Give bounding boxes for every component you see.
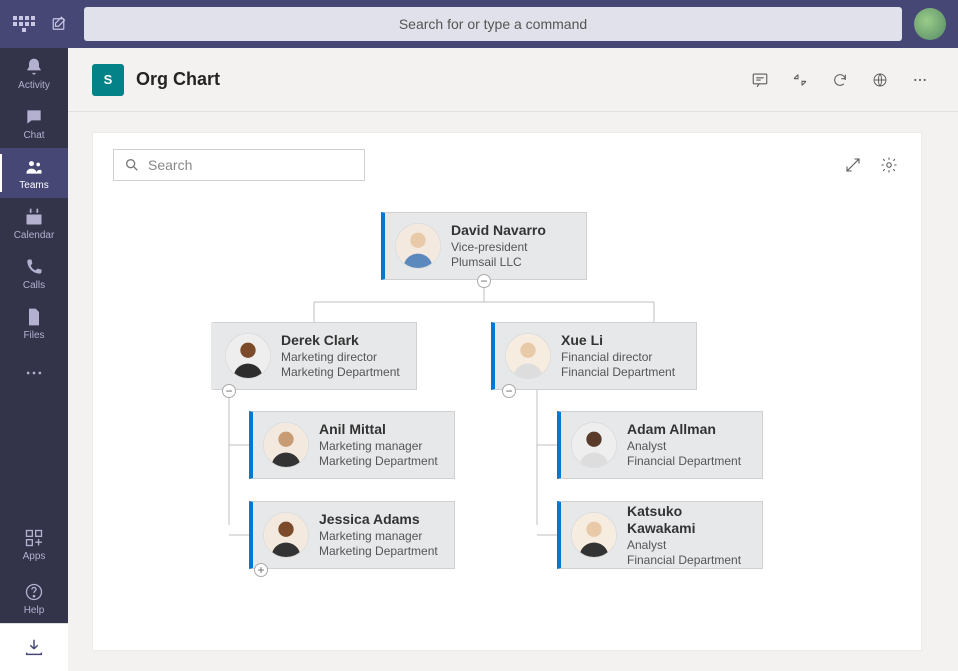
avatar-icon (263, 512, 309, 558)
apps-icon (23, 527, 45, 549)
org-card-root[interactable]: David Navarro Vice-president Plumsail LL… (381, 212, 587, 280)
tab-collapse-button[interactable] (786, 66, 814, 94)
tab-conversation-button[interactable] (746, 66, 774, 94)
tab-logo-letter: S (104, 72, 113, 87)
teams-icon (23, 156, 45, 178)
card-name: Xue Li (561, 332, 675, 350)
card-name: David Navarro (451, 222, 546, 240)
org-card-left-head[interactable]: Derek Clark Marketing director Marketing… (211, 322, 417, 390)
card-role: Financial director (561, 350, 675, 365)
tab-title: Org Chart (136, 69, 220, 90)
chart-area: David Navarro Vice-president Plumsail LL… (113, 197, 901, 634)
card-role: Marketing director (281, 350, 400, 365)
card-dept: Marketing Department (281, 365, 400, 380)
rail-apps[interactable]: Apps (0, 519, 68, 569)
rail-activity[interactable]: Activity (0, 48, 68, 98)
calendar-icon (23, 206, 45, 228)
rail-label: Calendar (14, 230, 55, 241)
tab-logo: S (92, 64, 124, 96)
tab-reload-button[interactable] (826, 66, 854, 94)
card-dept: Financial Department (627, 454, 741, 469)
command-search-input[interactable] (84, 7, 902, 41)
expand-toggle[interactable]: + (254, 563, 268, 577)
rail-files[interactable]: Files (0, 298, 68, 348)
settings-button[interactable] (877, 153, 901, 177)
content-area: David Navarro Vice-president Plumsail LL… (68, 112, 958, 671)
panel-search-input[interactable] (148, 157, 354, 173)
org-card-right-c2[interactable]: Katsuko Kawakami Analyst Financial Depar… (557, 501, 763, 569)
fullscreen-button[interactable] (841, 153, 865, 177)
rail-teams[interactable]: Teams (0, 148, 68, 198)
bell-icon (23, 56, 45, 78)
card-dept: Financial Department (627, 553, 752, 568)
card-name: Adam Allman (627, 421, 741, 439)
rail-chat[interactable]: Chat (0, 98, 68, 148)
rail-label: Calls (23, 280, 45, 291)
file-icon (23, 306, 45, 328)
card-name: Katsuko Kawakami (627, 503, 752, 538)
card-dept: Marketing Department (319, 454, 438, 469)
compose-icon[interactable] (48, 12, 72, 36)
tab-more-button[interactable] (906, 66, 934, 94)
collapse-toggle[interactable]: − (477, 274, 491, 288)
tab-header: S Org Chart (68, 48, 958, 112)
card-dept: Financial Department (561, 365, 675, 380)
tab-website-button[interactable] (866, 66, 894, 94)
card-role: Analyst (627, 439, 741, 454)
search-icon (124, 157, 140, 173)
card-dept: Marketing Department (319, 544, 438, 559)
orgchart-panel: David Navarro Vice-president Plumsail LL… (92, 132, 922, 651)
avatar-icon (571, 512, 617, 558)
card-name: Jessica Adams (319, 511, 438, 529)
chat-icon (23, 106, 45, 128)
avatar-icon (263, 422, 309, 468)
download-icon (23, 637, 45, 659)
collapse-toggle[interactable]: − (502, 384, 516, 398)
org-card-right-head[interactable]: Xue Li Financial director Financial Depa… (491, 322, 697, 390)
help-icon (23, 581, 45, 603)
command-search (84, 7, 902, 41)
avatar-icon (571, 422, 617, 468)
org-card-left-c1[interactable]: Anil Mittal Marketing manager Marketing … (249, 411, 455, 479)
card-role: Vice-president (451, 240, 546, 255)
avatar-icon (505, 333, 551, 379)
rail-more[interactable] (0, 348, 68, 398)
top-bar (0, 0, 958, 48)
panel-toolbar (113, 149, 901, 181)
card-role: Analyst (627, 538, 752, 553)
rail-label: Apps (23, 551, 46, 562)
card-role: Marketing manager (319, 529, 438, 544)
rail-download[interactable] (0, 623, 68, 671)
rail-label: Files (23, 330, 44, 341)
phone-icon (23, 256, 45, 278)
card-name: Derek Clark (281, 332, 400, 350)
waffle-icon[interactable] (12, 12, 36, 36)
rail-label: Help (24, 605, 45, 616)
collapse-toggle[interactable]: − (222, 384, 236, 398)
avatar-icon (225, 333, 271, 379)
ellipsis-icon (24, 363, 44, 383)
rail-calls[interactable]: Calls (0, 248, 68, 298)
rail-label: Chat (23, 130, 44, 141)
app-rail: Activity Chat Teams Calendar Calls Files… (0, 48, 68, 671)
card-role: Marketing manager (319, 439, 438, 454)
rail-help[interactable]: Help (0, 573, 68, 623)
panel-search (113, 149, 365, 181)
org-card-right-c1[interactable]: Adam Allman Analyst Financial Department (557, 411, 763, 479)
card-dept: Plumsail LLC (451, 255, 546, 270)
rail-label: Teams (19, 180, 48, 191)
profile-avatar[interactable] (914, 8, 946, 40)
card-name: Anil Mittal (319, 421, 438, 439)
avatar-icon (395, 223, 441, 269)
org-card-left-c2[interactable]: Jessica Adams Marketing manager Marketin… (249, 501, 455, 569)
rail-label: Activity (18, 80, 50, 91)
rail-calendar[interactable]: Calendar (0, 198, 68, 248)
